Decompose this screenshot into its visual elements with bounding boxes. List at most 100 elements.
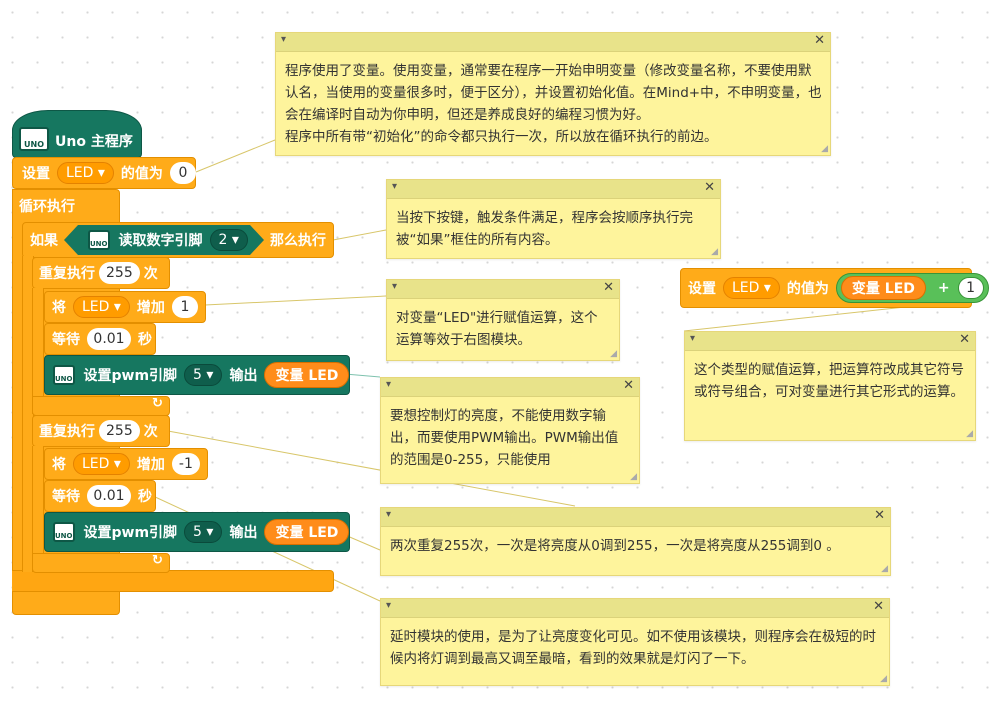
main-program-title: Uno 主程序 (55, 134, 133, 150)
comment-text[interactable]: 两次重复255次，一次是将亮度从0调到255，一次是将亮度从255调到0 。 (381, 527, 890, 561)
chevron-down-icon: ▾ (113, 456, 121, 472)
comment-text[interactable]: 对变量“LED"进行赋值运算，这个运算等效于右图模块。 (387, 299, 619, 355)
resize-icon[interactable]: ◢ (881, 564, 888, 574)
comment-text[interactable]: 延时模块的使用，是为了让亮度变化可见。如不使用该模块，则程序会在极短的时候内将灯… (381, 618, 889, 674)
change-variable-block[interactable]: 将 LED ▾ 增加 -1 (44, 448, 208, 480)
chevron-down-icon: ▾ (113, 299, 121, 315)
wait-block[interactable]: 等待 0.01 秒 (44, 480, 156, 512)
collapse-icon[interactable]: ▾ (386, 379, 391, 390)
set-pwm-pin-block[interactable]: UNO 设置pwm引脚 5 ▾ 输出 变量 LED (44, 355, 350, 395)
loop-arrow-icon: ↻ (152, 396, 163, 411)
forever-loop-label: 循环执行 (19, 199, 75, 215)
repeat-label: 重复执行 (39, 424, 95, 440)
output-label: 输出 (229, 368, 258, 384)
comment-delay-usage[interactable]: ▾ ✕ 延时模块的使用，是为了让亮度变化可见。如不使用该模块，则程序会在极短的时候… (380, 598, 890, 686)
repeat-block-2[interactable]: 重复执行 255 次 (32, 415, 170, 447)
resize-icon[interactable]: ◢ (880, 674, 887, 684)
change-variable-block[interactable]: 将 LED ▾ 增加 1 (44, 291, 206, 323)
variable-led-reporter[interactable]: 变量 LED (264, 362, 350, 388)
pwm-pin-dropdown[interactable]: 5 ▾ (184, 521, 223, 543)
collapse-icon[interactable]: ▾ (386, 600, 391, 611)
wait-seconds-input[interactable]: 0.01 (87, 328, 131, 350)
resize-icon[interactable]: ◢ (711, 247, 718, 257)
collapse-icon[interactable]: ▾ (690, 333, 695, 344)
change-label: 将 (52, 300, 66, 316)
comment-text[interactable]: 程序使用了变量。使用变量，通常要在程序一开始申明变量（修改变量名称，不要使用默认… (276, 52, 830, 152)
variable-dropdown[interactable]: LED ▾ (73, 453, 130, 475)
wait-label: 等待 (52, 332, 80, 348)
repeat-block-1[interactable]: 重复执行 255 次 (32, 257, 170, 289)
set-label: 设置 (688, 281, 716, 297)
repeat-count-input[interactable]: 255 (99, 262, 140, 284)
uno-board-icon: UNO (53, 522, 75, 542)
comment-repeat-twice[interactable]: ▾ ✕ 两次重复255次，一次是将亮度从0调到255，一次是将亮度从255调到0 … (380, 507, 891, 576)
operand-input[interactable]: 1 (957, 277, 984, 299)
comment-variable-change[interactable]: ▾ ✕ 对变量“LED"进行赋值运算，这个运算等效于右图模块。 ◢ (386, 279, 620, 361)
resize-icon[interactable]: ◢ (610, 349, 617, 359)
uno-board-icon: UNO (19, 127, 49, 151)
comment-text[interactable]: 当按下按键，触发条件满足，程序会按顺序执行完被“如果”框住的所有内容。 (387, 199, 720, 255)
main-program-hat[interactable]: UNO Uno 主程序 (12, 110, 142, 158)
set-pwm-pin-block[interactable]: UNO 设置pwm引脚 5 ▾ 输出 变量 LED (44, 512, 350, 552)
value-of-label: 的值为 (120, 166, 163, 182)
chevron-down-icon: ▾ (206, 367, 214, 383)
wait-block[interactable]: 等待 0.01 秒 (44, 323, 156, 355)
repeat-count-input[interactable]: 255 (99, 420, 140, 442)
variable-dropdown[interactable]: LED ▾ (73, 296, 130, 318)
seconds-label: 秒 (138, 489, 152, 505)
comment-operator-assignment[interactable]: ▾ ✕ 这个类型的赋值运算，把运算符改成其它符号或符号组合，可对变量进行其它形式的… (684, 331, 976, 441)
times-label: 次 (143, 266, 158, 282)
comment-pwm-output[interactable]: ▾ ✕ 要想控制灯的亮度，不能使用数字输出，而要使用PWM输出。PWM输出值的范围… (380, 377, 640, 484)
comment-text[interactable]: 这个类型的赋值运算，把运算符改成其它符号或符号组合，可对变量进行其它形式的运算。 (685, 351, 975, 407)
close-icon[interactable]: ✕ (873, 599, 884, 614)
initial-value-input[interactable]: 0 (169, 162, 196, 184)
set-label: 设置 (22, 166, 50, 182)
comment-if-condition[interactable]: ▾ ✕ 当按下按键，触发条件满足，程序会按顺序执行完被“如果”框住的所有内容。 ◢ (386, 179, 721, 259)
increase-label: 增加 (136, 457, 165, 473)
loop-arrow-icon: ↻ (152, 553, 163, 568)
read-digital-pin-label: 读取数字引脚 (118, 233, 203, 249)
variable-led-reporter[interactable]: 变量 LED (840, 276, 926, 300)
plus-operator: + (937, 280, 950, 296)
output-label: 输出 (229, 525, 258, 541)
resize-icon[interactable]: ◢ (630, 472, 637, 482)
set-pwm-label: 设置pwm引脚 (83, 368, 178, 384)
collapse-icon[interactable]: ▾ (392, 281, 397, 292)
add-operator-block[interactable]: 变量 LED + 1 (835, 273, 989, 303)
uno-board-icon: UNO (88, 230, 110, 250)
close-icon[interactable]: ✕ (623, 378, 634, 393)
increase-label: 增加 (136, 300, 165, 316)
if-label: 如果 (30, 233, 58, 249)
read-digital-pin-block[interactable]: UNO 读取数字引脚 2 ▾ (64, 225, 264, 255)
repeat-1-bottom (32, 396, 170, 416)
close-icon[interactable]: ✕ (814, 33, 825, 48)
then-label: 那么执行 (270, 233, 326, 249)
variable-dropdown[interactable]: LED ▾ (723, 277, 780, 299)
wait-seconds-input[interactable]: 0.01 (87, 485, 131, 507)
set-pwm-label: 设置pwm引脚 (83, 525, 178, 541)
close-icon[interactable]: ✕ (959, 332, 970, 347)
digital-pin-dropdown[interactable]: 2 ▾ (210, 229, 248, 251)
pwm-pin-dropdown[interactable]: 5 ▾ (184, 364, 223, 386)
resize-icon[interactable]: ◢ (966, 429, 973, 439)
increase-amount-input[interactable]: 1 (171, 296, 198, 318)
times-label: 次 (143, 424, 158, 440)
close-icon[interactable]: ✕ (874, 508, 885, 523)
standalone-set-variable-block[interactable]: 设置 LED ▾ 的值为 变量 LED + 1 (680, 268, 989, 308)
collapse-icon[interactable]: ▾ (281, 34, 286, 45)
comment-text[interactable]: 要想控制灯的亮度，不能使用数字输出，而要使用PWM输出。PWM输出值的范围是0-… (381, 397, 639, 475)
repeat-2-bottom (32, 553, 170, 573)
comment-variable-init[interactable]: ▾ ✕ 程序使用了变量。使用变量，通常要在程序一开始申明变量（修改变量名称，不要使… (275, 32, 831, 156)
collapse-icon[interactable]: ▾ (386, 509, 391, 520)
seconds-label: 秒 (138, 332, 152, 348)
wait-label: 等待 (52, 489, 80, 505)
increase-amount-input[interactable]: -1 (171, 453, 200, 475)
close-icon[interactable]: ✕ (603, 280, 614, 295)
change-label: 将 (52, 457, 66, 473)
resize-icon[interactable]: ◢ (821, 144, 828, 154)
collapse-icon[interactable]: ▾ (392, 181, 397, 192)
variable-led-reporter[interactable]: 变量 LED (264, 519, 350, 545)
close-icon[interactable]: ✕ (704, 180, 715, 195)
set-variable-block[interactable]: 设置 LED ▾ 的值为 0 (12, 157, 196, 189)
variable-dropdown[interactable]: LED ▾ (57, 162, 114, 184)
